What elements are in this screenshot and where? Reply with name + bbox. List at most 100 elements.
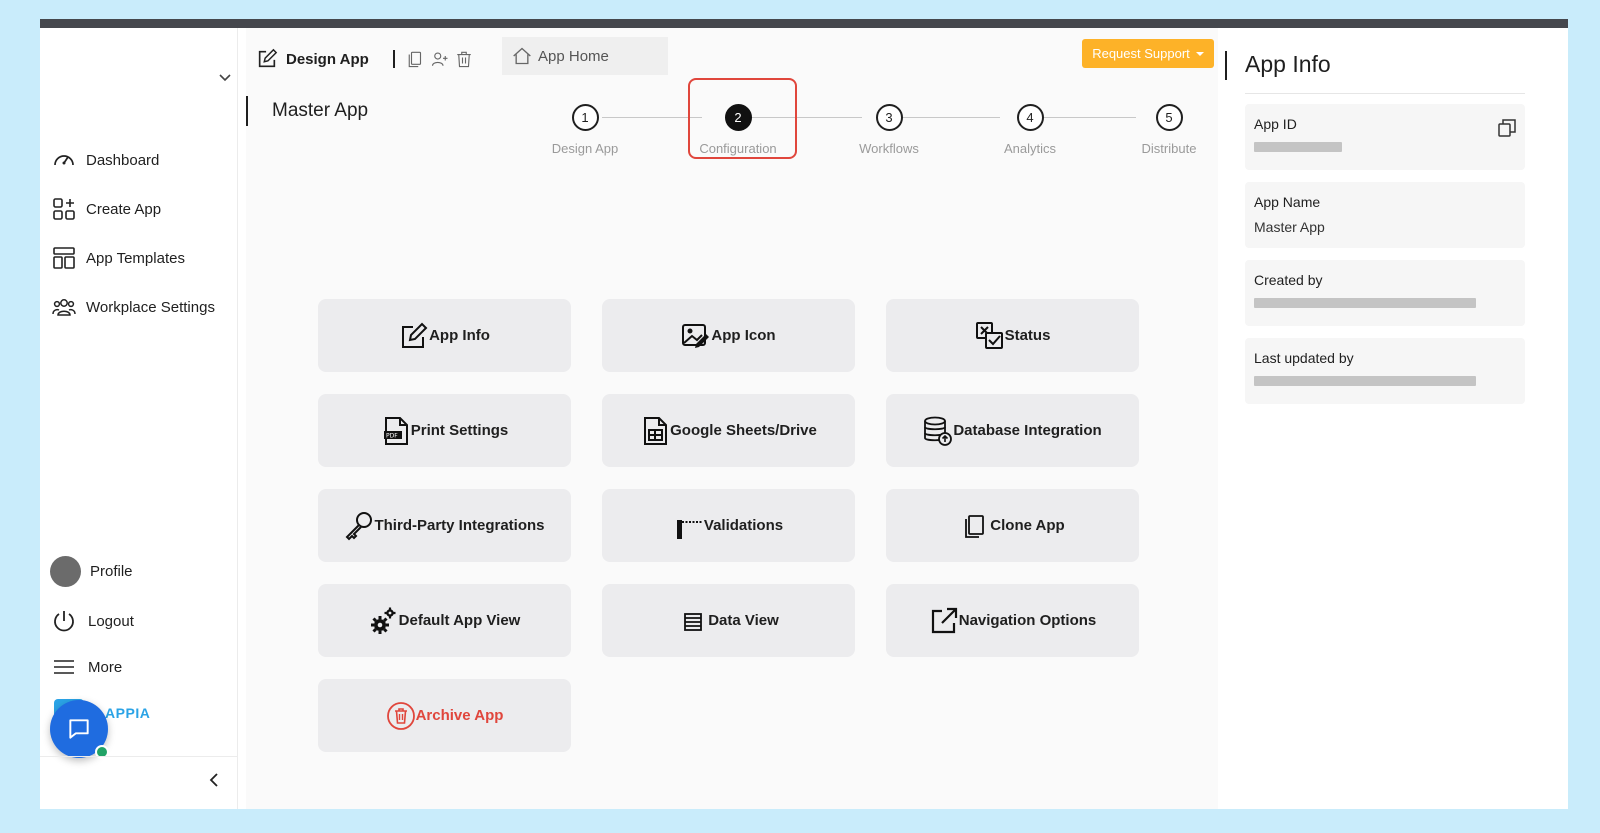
key-icon <box>346 511 373 540</box>
default-app-view-card[interactable]: Default App View <box>318 584 571 657</box>
step-number: 4 <box>1016 104 1044 131</box>
database-integration-card[interactable]: Database Integration <box>886 394 1139 467</box>
collapse-sidebar-icon[interactable] <box>206 770 222 790</box>
workplace-settings-icon <box>52 299 76 316</box>
list-icon <box>684 612 703 631</box>
svg-text:PDF: PDF <box>386 432 398 439</box>
step-label: Distribute <box>1141 141 1197 156</box>
barrier-icon <box>676 519 702 539</box>
more-label: More <box>88 658 123 676</box>
stepper: 1 Design App 2 Configuration 3 Workflows… <box>538 88 1218 178</box>
card-label: Status <box>1004 327 1051 344</box>
panel-title: App Info <box>1245 51 1331 77</box>
step-workflows[interactable]: 3 Workflows <box>839 104 939 156</box>
step-number: 3 <box>875 104 903 131</box>
app-id-label: App ID <box>1254 116 1297 132</box>
tab-actions <box>401 50 473 68</box>
step-number: 5 <box>1155 104 1183 131</box>
edit-icon <box>258 48 278 68</box>
step-design-app[interactable]: 1 Design App <box>535 104 635 156</box>
third-party-integrations-card[interactable]: Third-Party Integrations <box>318 489 571 562</box>
print-settings-card[interactable]: PDF Print Settings <box>318 394 571 467</box>
app-name-field: App Name Master App <box>1245 182 1525 248</box>
card-label: Navigation Options <box>958 612 1097 629</box>
profile-label: Profile <box>90 563 133 580</box>
created-by-field: Created by <box>1245 260 1525 326</box>
sidebar-item-app-templates[interactable]: App Templates <box>52 246 215 270</box>
card-label: Data View <box>708 612 779 629</box>
sidebar-item-workplace-settings[interactable]: Workplace Settings <box>52 295 215 319</box>
add-user-icon[interactable] <box>431 50 449 68</box>
app-templates-icon <box>53 247 75 269</box>
external-link-icon <box>931 607 957 633</box>
edit-icon <box>402 322 428 348</box>
app-name-label: App Name <box>1254 194 1321 210</box>
create-app-icon <box>53 198 75 220</box>
validations-card[interactable]: Validations <box>602 489 855 562</box>
card-label: Default App View <box>398 612 521 629</box>
data-view-card[interactable]: Data View <box>602 584 855 657</box>
redacted-value <box>1254 298 1476 308</box>
card-label: Validations <box>703 517 784 534</box>
created-by-label: Created by <box>1254 272 1323 288</box>
step-label: Design App <box>551 141 619 156</box>
card-label: Archive App <box>415 707 504 724</box>
google-sheets-card[interactable]: Google Sheets/Drive <box>602 394 855 467</box>
copy-icon[interactable] <box>407 50 425 68</box>
home-icon <box>513 47 531 65</box>
sidebar-nav: Dashboard Create App App Templates Workp… <box>52 148 215 344</box>
step-label: Analytics <box>1003 141 1057 156</box>
redacted-value <box>1254 142 1342 152</box>
page-title-accent <box>246 96 248 126</box>
card-label: App Icon <box>711 327 776 344</box>
sidebar-divider <box>40 756 238 757</box>
step-analytics[interactable]: 4 Analytics <box>980 104 1080 156</box>
step-number: 1 <box>571 104 599 131</box>
card-label: Database Integration <box>953 422 1102 439</box>
request-support-button[interactable]: Request Support <box>1082 39 1214 68</box>
step-distribute[interactable]: 5 Distribute <box>1119 104 1219 156</box>
sidebar-item-dashboard[interactable]: Dashboard <box>52 148 215 172</box>
sidebar-item-label: Create App <box>86 200 162 218</box>
trash-icon <box>386 701 415 730</box>
active-step-highlight <box>688 78 797 159</box>
sidebar-item-label: Dashboard <box>86 151 160 169</box>
panel-divider <box>1245 93 1525 94</box>
app-window: Dashboard Create App App Templates Workp… <box>40 19 1568 809</box>
sidebar-item-profile[interactable]: Profile <box>50 556 134 587</box>
sidebar-item-logout[interactable]: Logout <box>50 609 134 633</box>
power-icon <box>54 611 74 632</box>
main-content: Design App App Home Request Support Mast… <box>246 28 1218 809</box>
card-label: Print Settings <box>410 422 509 439</box>
tab-app-home[interactable]: App Home <box>502 37 668 75</box>
trash-icon[interactable] <box>455 50 473 68</box>
sidebar-item-more[interactable]: More <box>50 655 134 679</box>
copy-icon[interactable] <box>1497 118 1517 138</box>
status-card[interactable]: Status <box>886 299 1139 372</box>
tab-design-label: Design App <box>286 50 369 68</box>
archive-app-card[interactable]: Archive App <box>318 679 571 752</box>
card-label: Google Sheets/Drive <box>670 422 817 439</box>
image-edit-icon <box>682 323 710 348</box>
card-label: Third-Party Integrations <box>374 517 545 534</box>
clone-app-card[interactable]: Clone App <box>886 489 1139 562</box>
window-top-bar <box>40 19 1568 28</box>
caret-down-icon <box>1195 51 1204 56</box>
card-label: Clone App <box>990 517 1065 534</box>
step-label: Workflows <box>859 141 919 156</box>
tab-design-app[interactable]: Design App <box>256 42 473 76</box>
gears-icon <box>370 607 396 634</box>
redacted-value <box>1254 376 1476 386</box>
app-info-card[interactable]: App Info <box>318 299 571 372</box>
page-title: Master App <box>272 100 369 121</box>
app-info-panel: App Info App ID App Name Master App Crea… <box>1225 28 1568 809</box>
card-label: App Info <box>429 327 490 344</box>
navigation-options-card[interactable]: Navigation Options <box>886 584 1139 657</box>
app-icon-card[interactable]: App Icon <box>602 299 855 372</box>
sidebar-item-label: Workplace Settings <box>86 298 215 316</box>
chevron-down-icon[interactable] <box>218 70 232 84</box>
sidebar-item-create-app[interactable]: Create App <box>52 197 215 221</box>
sidebar-item-label: App Templates <box>86 249 185 267</box>
pdf-icon: PDF <box>383 416 408 445</box>
sheet-icon <box>644 416 668 445</box>
